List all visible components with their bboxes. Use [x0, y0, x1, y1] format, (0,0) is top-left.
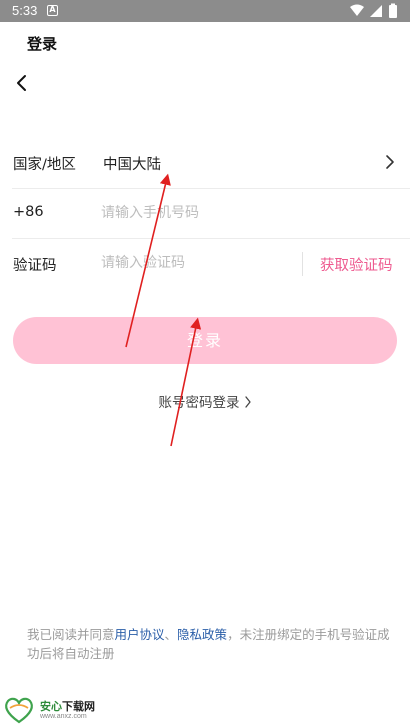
watermark-title: 安心下载网: [40, 698, 95, 714]
watermark-title-dark: 下载网: [62, 700, 95, 713]
back-arrow-icon[interactable]: [12, 72, 32, 94]
get-code-button[interactable]: 获取验证码: [320, 254, 393, 275]
battery-icon: [389, 5, 397, 18]
agreement-separator: 、: [164, 627, 178, 642]
password-login-link[interactable]: 账号密码登录: [0, 391, 410, 411]
agreement-prefix: 我已阅读并同意: [27, 627, 115, 642]
privacy-policy-link[interactable]: 隐私政策: [177, 627, 227, 642]
status-icons: [350, 3, 397, 18]
chevron-right-icon: [244, 396, 251, 408]
watermark-logo-icon: [5, 697, 33, 724]
watermark-title-green: 安心: [40, 700, 62, 713]
watermark-url: www.anxz.com: [40, 713, 87, 720]
user-agreement-link[interactable]: 用户协议: [115, 627, 165, 642]
wifi-icon: [350, 4, 364, 16]
region-label: 国家/地区: [13, 157, 76, 173]
agreement-text: 我已阅读并同意用户协议、隐私政策，未注册绑定的手机号验证成功后将自动注册: [27, 625, 399, 663]
annotation-arrows: [125, 173, 202, 447]
status-bar: 5:33 A: [0, 0, 410, 22]
code-label: 验证码: [13, 258, 57, 274]
notification-icon: A: [47, 5, 58, 16]
watermark: 安心下载网 www.anxz.com: [2, 696, 112, 726]
country-code: +86: [13, 204, 44, 220]
vertical-divider: [302, 252, 303, 276]
chevron-right-icon: [386, 155, 394, 169]
code-row: 验证码 获取验证码: [0, 239, 410, 289]
phone-input[interactable]: [101, 200, 291, 226]
login-button[interactable]: 登录: [13, 317, 397, 364]
phone-row: +86: [0, 189, 410, 239]
status-time: 5:33: [12, 3, 38, 18]
code-input[interactable]: [101, 250, 291, 276]
page-title: 登录: [27, 35, 58, 53]
region-row[interactable]: 国家/地区 中国大陆: [0, 138, 410, 188]
region-value: 中国大陆: [103, 157, 161, 173]
signal-icon: [370, 5, 382, 17]
password-login-label: 账号密码登录: [158, 395, 240, 411]
